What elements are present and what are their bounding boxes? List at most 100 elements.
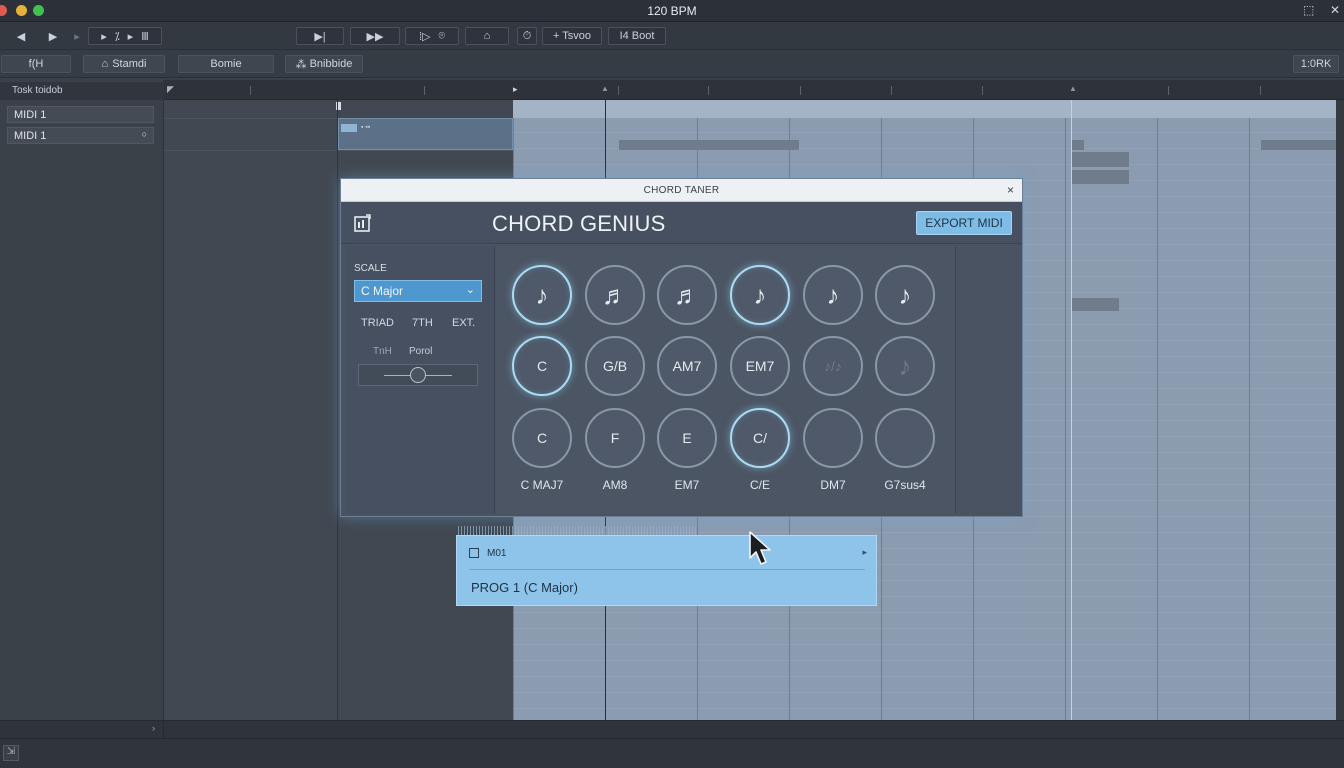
- progression-item[interactable]: PROG 1 (C Major): [471, 580, 578, 595]
- chord-label: C/E: [749, 478, 770, 492]
- chord-genius-window: CHORD TANER × CHORD GENIUS EXPORT MIDI S…: [340, 178, 1023, 517]
- track-item[interactable]: MIDI 1 ○: [7, 127, 154, 144]
- tab-fh[interactable]: f(H: [1, 55, 71, 73]
- mouse-cursor-icon: [749, 531, 771, 565]
- chord-pad-grid: ♪ ♬ ♬ ♪ ♪ ♪ C G/B AM7 EM7 ♪/♪ ♪ C F E C/…: [496, 246, 955, 514]
- slider-knob[interactable]: [410, 367, 426, 383]
- chord-pad[interactable]: ♬: [657, 265, 717, 325]
- dropdown-header[interactable]: M01 ▸: [469, 546, 867, 562]
- midi-file-icon: [469, 548, 479, 558]
- cue-icon[interactable]: ⁞▷: [419, 30, 431, 43]
- loop-icon[interactable]: ⁒: [115, 30, 120, 43]
- track-list: Tosk toidob MIDI 1 MIDI 1 ○: [0, 80, 164, 720]
- chord-pad[interactable]: C: [512, 408, 572, 468]
- chevron-right-icon[interactable]: ▸: [862, 547, 867, 558]
- midi-note[interactable]: [1261, 140, 1338, 150]
- midi-note[interactable]: [1072, 152, 1129, 167]
- chord-pad[interactable]: G/B: [585, 336, 645, 396]
- chord-pad[interactable]: ♪: [803, 265, 863, 325]
- tab-bnibbide-label: Bnibbide: [309, 58, 353, 70]
- midi-note[interactable]: [619, 140, 799, 150]
- skip-end-button[interactable]: ▶|: [296, 27, 344, 45]
- chord-pad[interactable]: E: [657, 408, 717, 468]
- chord-pad[interactable]: C/: [730, 408, 790, 468]
- transport-toolbar: ◀ ▶ ▸ ▸ ⁒ ▸ Ⅲ ▶| ▶▶ ⁞▷ ⌾ ⌂ ⏱ + Tsvoo I4 …: [0, 22, 1344, 50]
- track-item[interactable]: MIDI 1: [7, 106, 154, 123]
- grid-icon: ⁂: [295, 58, 307, 71]
- scale-select-value: C Major: [361, 284, 404, 298]
- metronome-icon[interactable]: ⌾: [438, 30, 445, 43]
- step-button[interactable]: ▸: [70, 27, 84, 45]
- close-icon[interactable]: ✕: [1330, 3, 1340, 17]
- modal-title-bar[interactable]: CHORD TANER ×: [341, 179, 1022, 202]
- loop-start-marker-icon[interactable]: ▸: [513, 84, 518, 95]
- record-group: ⁞▷ ⌾: [405, 27, 459, 45]
- chord-pad[interactable]: ♪: [875, 265, 935, 325]
- progression-dropdown[interactable]: M01 ▸ PROG 1 (C Major): [456, 535, 877, 606]
- rewind-button[interactable]: ◀: [12, 27, 30, 45]
- chord-pad[interactable]: F: [585, 408, 645, 468]
- restore-icon[interactable]: ⬚: [1303, 3, 1314, 17]
- track-record-icon[interactable]: ○: [142, 129, 147, 139]
- position-marker-icon[interactable]: ▲: [1069, 84, 1077, 93]
- chord-pad[interactable]: AM7: [657, 336, 717, 396]
- horizontal-scrollbar[interactable]: ›: [0, 720, 1344, 739]
- chord-pad[interactable]: [803, 408, 863, 468]
- tab-bnibbide[interactable]: ⁂ Bnibbide: [285, 55, 363, 73]
- chord-label: EM7: [674, 478, 700, 492]
- fast-forward-button[interactable]: ▶▶: [350, 27, 400, 45]
- status-bar: ⇲: [0, 738, 1344, 768]
- triad-option[interactable]: TRIAD: [361, 317, 394, 329]
- midi-clip[interactable]: ▪ ▪▪: [338, 118, 513, 150]
- chord-label: DM7: [820, 478, 846, 492]
- chord-pad[interactable]: ♪: [512, 265, 572, 325]
- chevron-down-icon: ⌄: [465, 284, 475, 296]
- timer-icon[interactable]: ⏱: [517, 27, 537, 45]
- chord-pad[interactable]: [875, 408, 935, 468]
- vertical-scrollbar[interactable]: [1336, 100, 1344, 720]
- transport-group: ▸ ⁒ ▸ Ⅲ: [88, 27, 162, 45]
- seventh-option[interactable]: 7TH: [412, 317, 433, 329]
- midi-note[interactable]: [1072, 170, 1129, 184]
- modal-header: CHORD GENIUS EXPORT MIDI: [341, 202, 1022, 244]
- voicing-slider[interactable]: [358, 364, 478, 386]
- export-midi-button[interactable]: EXPORT MIDI: [916, 211, 1012, 235]
- scroll-right-icon[interactable]: ›: [152, 723, 155, 733]
- chord-label: AM8: [602, 478, 628, 492]
- midi-note[interactable]: [1072, 140, 1084, 150]
- chord-pad[interactable]: EM7: [730, 336, 790, 396]
- track-name: MIDI 1: [14, 130, 47, 142]
- modal-window-title: CHORD TANER: [643, 185, 720, 196]
- tempo-button[interactable]: + Tsvoo: [542, 27, 602, 45]
- modal-close-icon[interactable]: ×: [1007, 183, 1014, 197]
- tab-bomie[interactable]: Bomie: [178, 55, 274, 73]
- scale-label: SCALE: [354, 263, 387, 274]
- tab-standard-label: Stamdi: [112, 58, 147, 70]
- piano-roll-header: [513, 100, 1344, 118]
- tab-work[interactable]: 1:0RK: [1293, 55, 1339, 73]
- chord-pad[interactable]: ♪/♪: [803, 336, 863, 396]
- bars-icon[interactable]: Ⅲ: [141, 30, 149, 43]
- loop-end-line: [1071, 100, 1072, 720]
- chord-pad[interactable]: C: [512, 336, 572, 396]
- app-title: CHORD GENIUS: [492, 211, 666, 236]
- resize-icon[interactable]: ⇲: [3, 745, 19, 761]
- position-marker-icon[interactable]: ▲: [601, 84, 609, 93]
- modal-right-panel: [955, 246, 1022, 514]
- chord-label: G7sus4: [884, 478, 926, 492]
- midi-note[interactable]: [1072, 298, 1119, 311]
- forward-icon[interactable]: ▸: [128, 30, 134, 43]
- chord-pad[interactable]: ♪: [730, 265, 790, 325]
- play-button[interactable]: ▶: [44, 27, 62, 45]
- window-title: 120 BPM: [647, 4, 697, 18]
- home-button[interactable]: ⌂: [465, 27, 509, 45]
- boot-button[interactable]: I4 Boot: [608, 27, 666, 45]
- dropdown-header-label: M01: [487, 548, 507, 559]
- extended-option[interactable]: EXT.: [452, 317, 475, 329]
- next-icon[interactable]: ▸: [101, 30, 107, 43]
- scale-select[interactable]: C Major ⌄: [354, 280, 482, 302]
- tab-standard[interactable]: ⌂ Stamdi: [83, 55, 165, 73]
- timeline-ruler[interactable]: ◤ ▸ ▲ ▲: [164, 80, 1344, 100]
- chord-pad[interactable]: ♬: [585, 265, 645, 325]
- chord-pad[interactable]: ♪: [875, 336, 935, 396]
